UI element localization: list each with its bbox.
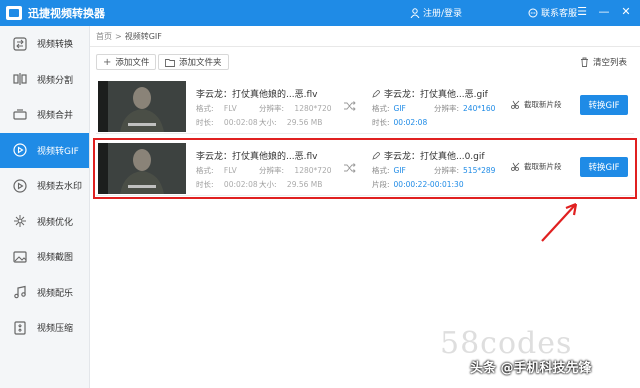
sidebar-item-label: 视频压缩: [37, 324, 74, 335]
clip-label: 截取新片段: [524, 100, 562, 109]
credit-watermark: 头条 @手机科技先锋: [470, 361, 592, 376]
folder-icon: [165, 58, 175, 67]
sidebar-item-label: 视频配乐: [37, 288, 74, 299]
login-link[interactable]: 注册/登录: [410, 6, 462, 19]
shuffle-icon: [344, 101, 356, 111]
plus-icon: +: [103, 56, 112, 68]
clear-list-label: 清空列表: [593, 58, 628, 68]
chat-icon: [528, 8, 538, 17]
output-format: 格式: GIF: [372, 166, 406, 175]
video-convert-icon: [12, 36, 28, 52]
output-file-label: 李云龙：打仗真他...恶.gif: [384, 90, 488, 100]
add-folder-button[interactable]: 添加文件夹: [158, 54, 229, 70]
app-title: 迅捷视频转换器: [28, 7, 105, 20]
clip-segment-button[interactable]: 截取新片段: [511, 99, 562, 110]
service-label: 联系客服: [541, 9, 578, 19]
sidebar-item-screenshot[interactable]: 视频截图: [0, 239, 89, 275]
add-file-label: 添加文件: [115, 58, 150, 68]
scissors-icon: [511, 100, 520, 109]
source-resolution: 分辨率: 1280*720: [259, 166, 332, 175]
sidebar-item-watermark-remove[interactable]: 视频去水印: [0, 168, 89, 204]
output-format: 格式: GIF: [372, 104, 406, 113]
video-thumbnail: [98, 143, 186, 194]
breadcrumb-home[interactable]: 首页: [96, 32, 112, 41]
shuffle-icon: [344, 163, 356, 173]
user-icon: [410, 7, 420, 18]
convert-gif-button[interactable]: 转换GIF: [580, 157, 628, 177]
gif-play-icon: [12, 142, 28, 158]
source-resolution: 分辨率: 1280*720: [259, 104, 332, 113]
breadcrumb: 首页 > 视频转GIF: [96, 31, 162, 42]
window-controls: ☰ — ✕: [576, 5, 632, 18]
clear-list-button[interactable]: 清空列表: [580, 54, 628, 70]
sidebar-item-optimize[interactable]: 视频优化: [0, 204, 89, 240]
app-logo-icon: [6, 6, 22, 20]
sidebar-item-video-gif[interactable]: 视频转GIF: [0, 132, 89, 168]
optimize-icon: [12, 213, 28, 229]
sidebar-item-label: 视频优化: [37, 217, 74, 228]
convert-gif-button[interactable]: 转换GIF: [580, 95, 628, 115]
sidebar: 视频转换 视频分割 视频合并 视频转GIF 视频去水印 视频优化 视频截图 视频…: [0, 26, 90, 388]
source-duration: 时长: 00:02:08: [196, 118, 258, 127]
compress-icon: [12, 320, 28, 336]
close-icon[interactable]: ✕: [620, 5, 632, 18]
source-format: 格式: FLV: [196, 104, 237, 113]
source-format: 格式: FLV: [196, 166, 237, 175]
annotation-arrow-icon: [541, 202, 578, 242]
menu-icon[interactable]: ☰: [576, 5, 588, 18]
source-file-name: 李云龙：打仗真他娘的...恶.flv: [196, 152, 318, 162]
output-file-name[interactable]: 李云龙：打仗真他...0.gif: [372, 149, 485, 162]
clip-label: 截取新片段: [524, 162, 562, 171]
trash-icon: [581, 57, 588, 67]
source-duration: 时长: 00:02:08: [196, 180, 258, 189]
sidebar-item-video-merge[interactable]: 视频合并: [0, 97, 89, 133]
output-resolution: 分辨率: 240*160: [434, 104, 496, 113]
add-file-button[interactable]: + 添加文件: [96, 54, 157, 70]
file-row: 李云龙：打仗真他娘的...恶.flv 格式: FLV 分辨率: 1280*720…: [96, 79, 634, 134]
divider: [90, 46, 640, 47]
sidebar-item-label: 视频转换: [37, 40, 74, 51]
pencil-icon: [372, 151, 380, 160]
source-size: 大小: 29.56 MB: [259, 118, 323, 127]
minimize-icon[interactable]: —: [598, 5, 610, 18]
source-file-name: 李云龙：打仗真他娘的...恶.flv: [196, 90, 318, 100]
sidebar-item-label: 视频去水印: [37, 182, 83, 193]
breadcrumb-current: 视频转GIF: [124, 32, 162, 41]
sidebar-item-music[interactable]: 视频配乐: [0, 275, 89, 311]
customer-service-link[interactable]: 联系客服: [528, 6, 577, 19]
video-split-icon: [12, 71, 28, 87]
login-label: 注册/登录: [423, 9, 463, 19]
clip-segment-button[interactable]: 截取新片段: [511, 161, 562, 172]
add-folder-label: 添加文件夹: [179, 58, 222, 68]
output-resolution: 分辨率: 515*289: [434, 166, 496, 175]
screenshot-icon: [12, 249, 28, 265]
output-duration: 时长: 00:02:08: [372, 118, 428, 127]
output-file-name[interactable]: 李云龙：打仗真他...恶.gif: [372, 87, 488, 100]
title-bar: 迅捷视频转换器 注册/登录 联系客服 ☰ — ✕: [0, 0, 640, 26]
pencil-icon: [372, 89, 380, 98]
site-watermark: 58codes: [440, 326, 573, 361]
source-size: 大小: 29.56 MB: [259, 180, 323, 189]
scissors-icon: [511, 162, 520, 171]
output-segment: 片段: 00:00:22-00:01:30: [372, 180, 464, 189]
video-merge-icon: [12, 107, 28, 123]
sidebar-item-video-convert[interactable]: 视频转换: [0, 26, 89, 62]
output-file-label: 李云龙：打仗真他...0.gif: [384, 152, 485, 162]
music-icon: [12, 284, 28, 300]
sidebar-item-label: 视频转GIF: [37, 146, 79, 157]
sidebar-item-compress[interactable]: 视频压缩: [0, 310, 89, 346]
sidebar-item-label: 视频合并: [37, 111, 74, 122]
sidebar-item-label: 视频分割: [37, 75, 74, 86]
watermark-remove-icon: [12, 178, 28, 194]
breadcrumb-separator: >: [115, 32, 122, 41]
sidebar-item-label: 视频截图: [37, 253, 74, 264]
video-thumbnail: [98, 81, 186, 132]
sidebar-item-video-split[interactable]: 视频分割: [0, 62, 89, 98]
file-row: 李云龙：打仗真他娘的...恶.flv 格式: FLV 分辨率: 1280*720…: [96, 141, 634, 196]
